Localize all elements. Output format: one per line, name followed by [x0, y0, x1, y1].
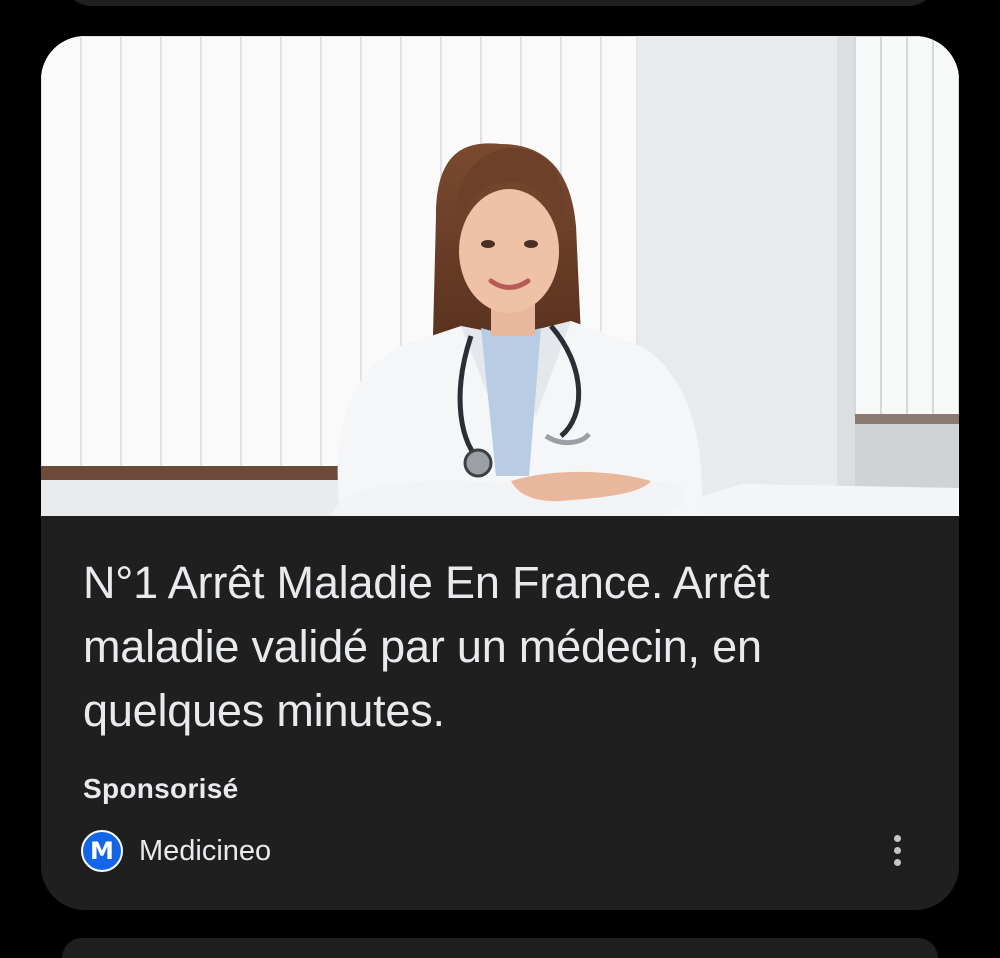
more-vert-icon — [893, 834, 901, 842]
sponsored-ad-card[interactable]: N°1 Arrêt Maladie En France. Arrêt malad… — [41, 36, 959, 910]
previous-card-edge — [62, 0, 938, 6]
advertiser-info[interactable]: M Medicineo — [81, 829, 271, 873]
ad-hero-image[interactable] — [41, 36, 959, 516]
next-card-edge — [62, 938, 938, 958]
more-vert-icon-dot — [893, 858, 901, 866]
ad-headline[interactable]: N°1 Arrêt Maladie En France. Arrêt malad… — [83, 551, 923, 743]
advertiser-logo-icon: M — [81, 830, 123, 872]
more-vert-icon-dot — [893, 846, 901, 854]
advertiser-name: Medicineo — [139, 834, 272, 867]
more-options-button[interactable] — [879, 828, 915, 872]
sponsored-label: Sponsorisé — [83, 773, 239, 804]
